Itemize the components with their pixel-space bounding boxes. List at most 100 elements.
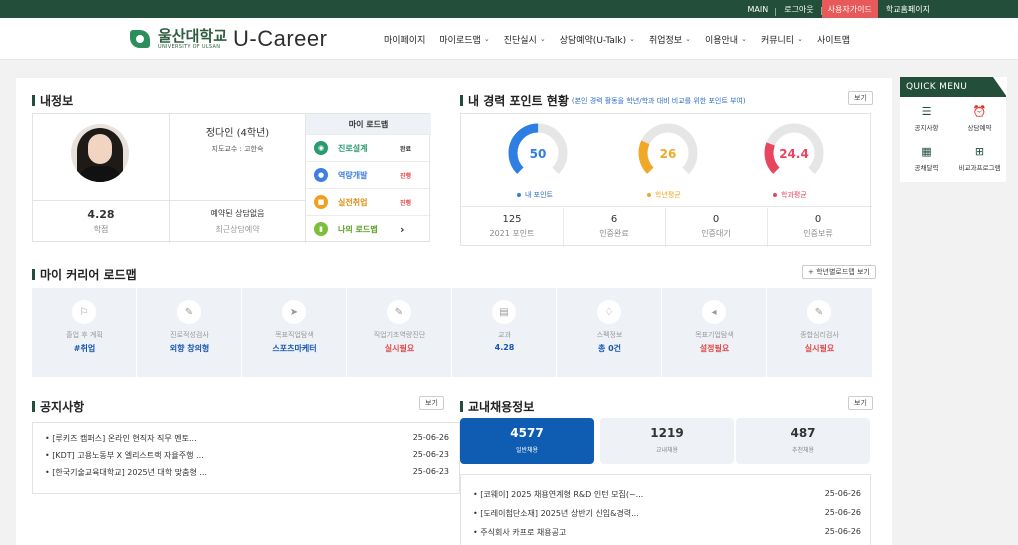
nav-item-3[interactable]: 상담예약(U-Talk) ⌄ <box>560 33 635 46</box>
main-nav: 마이페이지 마이로드맵 ⌄ 진단실시 ⌄ 상담예약(U-Talk) ⌄ 취업정보 ⌄ 이용안내 ⌄ 커… <box>384 18 864 60</box>
quick-menu-item-0[interactable]: ☰ 공지사항 <box>900 105 953 132</box>
main-link[interactable]: MAIN <box>739 5 776 16</box>
nav-item-6[interactable]: 커뮤니티 ⌄ <box>761 33 803 46</box>
my-info-card: 정다인 (4학년) 지도교수 : 고한숙 4.28 학점 예약된 상담없음 최근… <box>32 113 431 243</box>
chevron-down-icon: ⌄ <box>797 35 803 43</box>
school-homepage-link[interactable]: 학교홈페이지 <box>878 4 938 15</box>
nav-item-label: 마이로드맵 <box>439 35 481 46</box>
career-roadmap-title: 마이 커리어 로드맵 <box>32 266 137 283</box>
cursor-icon: ➤ <box>282 300 306 324</box>
job-date: 25-06-26 <box>824 527 861 536</box>
jobs-list: • [코웨이] 2025 채용연계형 R&D 인턴 모집(~... 25-06-2… <box>460 474 871 545</box>
point-stat-label: 인증완료 <box>599 229 629 238</box>
consult-label: 최근상담예약 <box>215 225 260 234</box>
career-step-1[interactable]: ✎ 진로적성검사 외향 창의형 <box>137 288 242 377</box>
legend-dot-icon <box>773 193 777 197</box>
quick-menu-item-1[interactable]: ⏰ 상담예약 <box>953 105 1006 132</box>
compass-icon: ◉ <box>314 141 328 155</box>
job-tab-2[interactable]: 487 추천채용 <box>736 418 870 464</box>
calendar-icon: ▦ <box>921 145 932 158</box>
job-item[interactable]: • [코웨이] 2025 채용연계형 R&D 인턴 모집(~... 25-06-2… <box>473 489 861 500</box>
point-stat-3: 0 인증보류 <box>767 214 869 239</box>
notice-item[interactable]: • [KDT] 고용노동부 X 엘리스트랙 자율주행 ... 25-06-23 <box>45 450 449 461</box>
notice-item[interactable]: • [한국기술교육대학교] 2025년 대학 맞춤형 ... 25-06-23 <box>45 467 449 478</box>
career-step-4[interactable]: ▤ 교과 4.28 <box>452 288 557 377</box>
career-step-value: 스포츠마케터 <box>272 344 317 353</box>
jobs-view-button[interactable]: 보기 <box>848 396 873 410</box>
career-step-6[interactable]: ◂ 목표기업탐색 설정필요 <box>662 288 767 377</box>
point-stat-0: 125 2021 포인트 <box>461 214 563 239</box>
nav-item-1[interactable]: 마이로드맵 ⌄ <box>439 33 489 46</box>
job-item[interactable]: • 주식회사 카프로 채용공고 25-06-26 <box>473 527 861 538</box>
nav-item-7[interactable]: 사이트맵 <box>817 33 850 46</box>
chevron-down-icon: ⌄ <box>483 35 490 43</box>
career-step-value: 4.28 <box>494 343 515 352</box>
chevron-down-icon: ⌄ <box>629 35 635 43</box>
roadmap-item-status: › <box>400 222 405 236</box>
career-step-2[interactable]: ➤ 목표직업탐색스포츠마케터 <box>242 288 347 377</box>
nav-item-0[interactable]: 마이페이지 <box>384 33 425 46</box>
point-stat-value: 125 <box>502 214 522 225</box>
logo-brand: U-Career <box>233 26 328 51</box>
point-stat-value: 6 <box>610 214 618 225</box>
roadmap-item-label: 진로설계 <box>338 143 368 153</box>
career-step-5[interactable]: ♢ 스펙정보 총 0건 <box>557 288 662 377</box>
quick-menu-label: 상담예약 <box>967 124 992 132</box>
logout-link[interactable]: 로그아웃 <box>776 4 823 15</box>
career-points-title: 내 경력 포인트 현황 (본인 경력 활동을 학년/학과 대비 비교를 위한 포인… <box>460 92 746 109</box>
career-points-view-button[interactable]: 보기 <box>848 91 873 105</box>
roadmap-item-3[interactable]: ▮ 나의 로드맵 › <box>306 215 431 242</box>
university-emblem-icon <box>128 27 154 51</box>
career-step-value: 설정필요 <box>699 344 730 353</box>
notice-title: • [한국기술교육대학교] 2025년 대학 맞춤형 ... <box>45 468 208 477</box>
logo-name-en: UNIVERSITY OF ULSAN <box>158 43 221 50</box>
add-calendar-icon: ⊞ <box>974 145 985 158</box>
quick-menu-item-3[interactable]: ⊞ 비교과프로그램 <box>953 145 1006 172</box>
legend-dot-icon <box>517 193 521 197</box>
grade-roadmap-view-button[interactable]: + 학년별로드맵 보기 <box>802 265 876 279</box>
roadmap-item-status: 진행 <box>400 172 412 180</box>
career-step-label: 목표직업탐색 <box>275 331 314 339</box>
roadmap-item-label: 실전취업 <box>338 197 368 207</box>
roadmap-item-0[interactable]: ◉ 진로설계 완료 <box>306 134 431 161</box>
roadmap-item-2[interactable]: ■ 실전취업 진행 <box>306 188 431 215</box>
job-date: 25-06-26 <box>824 489 861 498</box>
notice-title: • [KDT] 고용노동부 X 엘리스트랙 자율주행 ... <box>45 451 204 460</box>
career-step-0[interactable]: ⚐ 졸업 후 계획 #취업 <box>32 288 137 377</box>
career-roadmap-strip: ⚐ 졸업 후 계획 #취업 ✎ 진로적성검사 외향 창의형 ➤ 목표직업탐색스포츠마케터 ✎ 직업… <box>32 288 872 377</box>
alarm-clock-icon: ⏰ <box>972 105 987 118</box>
career-step-3[interactable]: ✎ 직업기초역량진단 실시필요 <box>347 288 452 377</box>
gauge-0: 50 <box>508 123 568 183</box>
site-logo[interactable]: 울산대학교 UNIVERSITY OF ULSAN U-Career <box>128 26 327 52</box>
point-stat-label: 인증대기 <box>701 229 731 238</box>
nav-item-label: 사이트맵 <box>816 35 851 46</box>
site-header: 울산대학교 UNIVERSITY OF ULSAN U-Career 마이페이지… <box>0 18 1018 60</box>
notices-view-button[interactable]: 보기 <box>419 396 444 410</box>
point-stat-value: 0 <box>814 214 822 225</box>
career-step-label: 진로적성검사 <box>170 331 209 339</box>
job-item[interactable]: • [도레이첨단소재] 2025년 상반기 신입&경력... 25-06-26 <box>473 508 861 519</box>
pencil-icon: ✎ <box>387 300 411 324</box>
job-tab-0[interactable]: 4577 일반채용 <box>460 418 594 464</box>
career-step-7[interactable]: ✎ 종합심리검사 실시필요 <box>767 288 872 377</box>
chevron-down-icon: ⌄ <box>741 35 747 43</box>
job-tab-1[interactable]: 1219 교내채용 <box>600 418 734 464</box>
nav-item-label: 이용안내 <box>704 35 739 46</box>
career-step-label: 교과 <box>498 331 511 339</box>
nav-item-4[interactable]: 취업정보 ⌄ <box>649 33 691 46</box>
gauge-legend-label: 학년평균 <box>655 191 681 199</box>
gauge-value: 26 <box>660 147 677 161</box>
quick-menu-label: 비교과프로그램 <box>958 164 1001 172</box>
job-tab-count: 1219 <box>650 426 684 440</box>
nav-item-2[interactable]: 진단실시 ⌄ <box>504 33 546 46</box>
roadmap-item-1[interactable]: ● 역량개발 진행 <box>306 161 431 188</box>
job-date: 25-06-26 <box>824 508 861 517</box>
advisor-name: 지도교수 : 고한숙 <box>211 145 264 153</box>
gauge-legend-2: 학과평균 <box>773 190 807 200</box>
megaphone-icon: ◂ <box>702 300 726 324</box>
notice-item[interactable]: • [루키즈 캠퍼스] 온라인 현직자 직무 멘토... 25-06-26 <box>45 433 449 444</box>
user-guide-link[interactable]: 사용자가이드 <box>821 0 878 18</box>
my-info-title: 내정보 <box>32 92 73 109</box>
quick-menu-item-2[interactable]: ▦ 공채달력 <box>900 145 953 172</box>
nav-item-5[interactable]: 이용안내 ⌄ <box>705 33 747 46</box>
